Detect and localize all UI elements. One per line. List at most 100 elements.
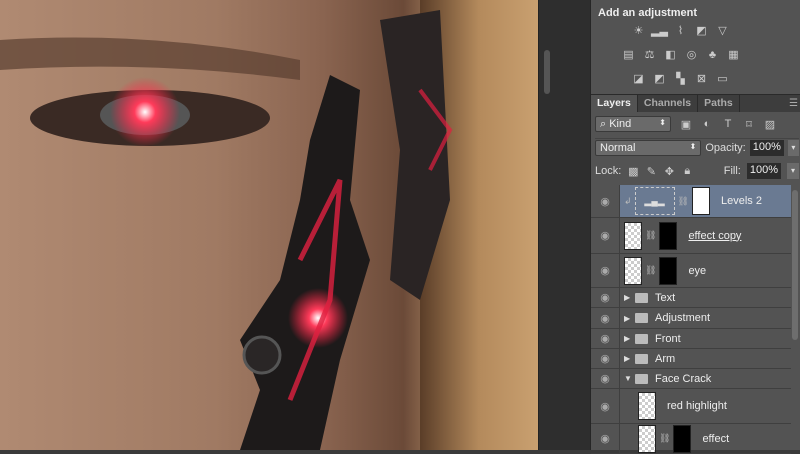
folder-icon [635,333,648,344]
color-balance-icon[interactable]: ⚖ [642,48,657,61]
expand-triangle-icon[interactable]: ▶ [624,293,632,302]
panel-menu-icon[interactable]: ☰ [789,98,798,109]
tab-channels[interactable]: Channels [638,95,699,112]
canvas-scrollbar[interactable] [544,50,550,94]
hue-saturation-icon[interactable]: ▤ [621,48,636,61]
layer-name: Levels 2 [720,195,762,207]
layer-name: Text [655,291,676,304]
visibility-eye-icon[interactable]: ◉ [591,432,619,445]
filter-kind-value: Kind [609,118,632,130]
layer-group-front[interactable]: ◉ ▶ Front [591,329,791,349]
tab-layers[interactable]: Layers [591,95,638,112]
visibility-eye-icon[interactable]: ◉ [591,372,619,385]
open-folder-icon [635,373,648,384]
fill-input[interactable]: 100% [746,163,781,179]
blend-mode-select[interactable]: Normal ⬍ [595,140,702,156]
layer-thumbnail [638,424,656,453]
type-filter-icon[interactable]: T [722,118,734,130]
opacity-dropdown[interactable]: ▾ [787,140,799,156]
link-icon: ⛓ [677,195,689,206]
gradient-map-icon[interactable]: ▭ [715,72,730,85]
color-lookup-icon[interactable]: ▦ [726,48,741,61]
adjustment-row-2: ▤ ⚖ ◧ ◎ ♣ ▦ [621,48,741,62]
visibility-eye-icon[interactable]: ◉ [591,332,619,345]
cyborg-artwork [0,0,538,450]
layer-name: Face Crack [655,372,712,385]
tab-paths[interactable]: Paths [698,95,740,112]
levels-adjustment-icon: ▂▄▂ [634,187,675,215]
layer-name: eye [688,264,707,277]
curves-icon[interactable]: ⌇ [673,24,688,37]
smart-object-filter-icon[interactable]: ▨ [764,118,776,131]
posterize-icon[interactable]: ◩ [652,72,667,85]
visibility-eye-icon[interactable]: ◉ [591,195,619,208]
layer-name: effect copy [688,229,742,242]
layer-row-eye[interactable]: ◉ ⛓ eye [591,254,791,288]
layer-mask-thumbnail [673,424,692,453]
selective-color-icon[interactable]: ⊠ [694,72,709,85]
collapse-triangle-icon[interactable]: ▼ [624,374,632,383]
link-icon: ⛓ [645,265,657,275]
threshold-icon[interactable]: ▚ [673,72,688,85]
adjustment-row-1: ☀ ▂▃ ⌇ ◩ ▽ [631,24,730,37]
layer-row-red-highlight[interactable]: ◉ red highlight [591,389,791,424]
layer-name: Arm [655,352,676,365]
layer-group-text[interactable]: ◉ ▶ Text [591,288,791,308]
layer-group-adjustment[interactable]: ◉ ▶ Adjustment [591,308,791,329]
folder-icon [635,353,648,364]
visibility-eye-icon[interactable]: ◉ [591,291,619,304]
layer-thumbnail [624,221,642,250]
layer-row-effect-copy[interactable]: ◉ ⛓ effect copy [591,218,791,254]
visibility-eye-icon[interactable]: ◉ [591,264,619,277]
channel-mixer-icon[interactable]: ♣ [705,48,720,61]
vibrance-icon[interactable]: ▽ [715,24,730,37]
document-canvas[interactable] [0,0,538,450]
exposure-icon[interactable]: ◩ [694,24,709,37]
expand-triangle-icon[interactable]: ▶ [624,314,632,323]
folder-icon [635,313,648,323]
layer-thumbnail [638,392,656,420]
link-icon: ⛓ [645,230,657,240]
photo-filter-icon[interactable]: ◎ [684,48,699,61]
layers-scrollbar[interactable] [792,190,798,340]
invert-icon[interactable]: ◪ [631,72,646,85]
black-white-icon[interactable]: ◧ [663,48,678,61]
lock-row: Lock: ▩ ✎ ✥ 🔒︎ Fill: 100% ▾ [595,163,799,179]
clip-arrow-icon: ↲ [624,195,632,206]
lock-image-icon[interactable]: ✎ [645,165,657,178]
adjustments-title: Add an adjustment [598,7,698,19]
layer-group-arm[interactable]: ◉ ▶ Arm [591,349,791,369]
levels-icon[interactable]: ▂▃ [651,24,668,37]
layer-group-face-crack[interactable]: ◉ ▼ Face Crack [591,369,791,389]
layer-row-levels-2[interactable]: ◉ ↲ ▂▄▂ ⛓ Levels 2 [591,185,791,218]
visibility-eye-icon[interactable]: ◉ [591,400,619,413]
shape-filter-icon[interactable]: ⌑ [743,118,755,131]
lock-label: Lock: [595,165,622,177]
visibility-eye-icon[interactable]: ◉ [591,229,619,242]
opacity-input[interactable]: 100% [749,140,784,156]
lock-transparent-icon[interactable]: ▩ [627,165,639,178]
layer-name: effect [702,432,730,445]
layer-name: Adjustment [655,312,711,324]
layer-mask-thumbnail [691,187,710,215]
filter-kind-select[interactable]: ⌕ Kind ⬍ [595,116,671,132]
panel-dock-gutter [538,0,590,450]
visibility-eye-icon[interactable]: ◉ [591,352,619,365]
layer-thumbnail [624,256,642,285]
expand-triangle-icon[interactable]: ▶ [624,354,632,363]
layer-mask-thumbnail [659,256,678,285]
adjustments-layers-panel: Add an adjustment ☀ ▂▃ ⌇ ◩ ▽ ▤ ⚖ ◧ ◎ ♣ ▦… [590,0,800,454]
adjustment-row-3: ◪ ◩ ▚ ⊠ ▭ [631,72,730,85]
folder-icon [635,292,648,303]
pixel-filter-icon[interactable]: ▣ [680,118,692,131]
fill-dropdown[interactable]: ▾ [787,163,799,179]
adjustment-filter-icon[interactable]: ◐ [701,118,713,130]
visibility-eye-icon[interactable]: ◉ [591,312,619,325]
lock-position-icon[interactable]: ✥ [663,165,675,178]
brightness-contrast-icon[interactable]: ☀ [631,24,646,37]
fill-label: Fill: [723,165,741,177]
opacity-label: Opacity: [705,142,746,154]
lock-all-icon[interactable]: 🔒︎ [681,165,693,178]
expand-triangle-icon[interactable]: ▶ [624,334,632,343]
blend-row: Normal ⬍ Opacity: 100% ▾ [595,138,799,156]
